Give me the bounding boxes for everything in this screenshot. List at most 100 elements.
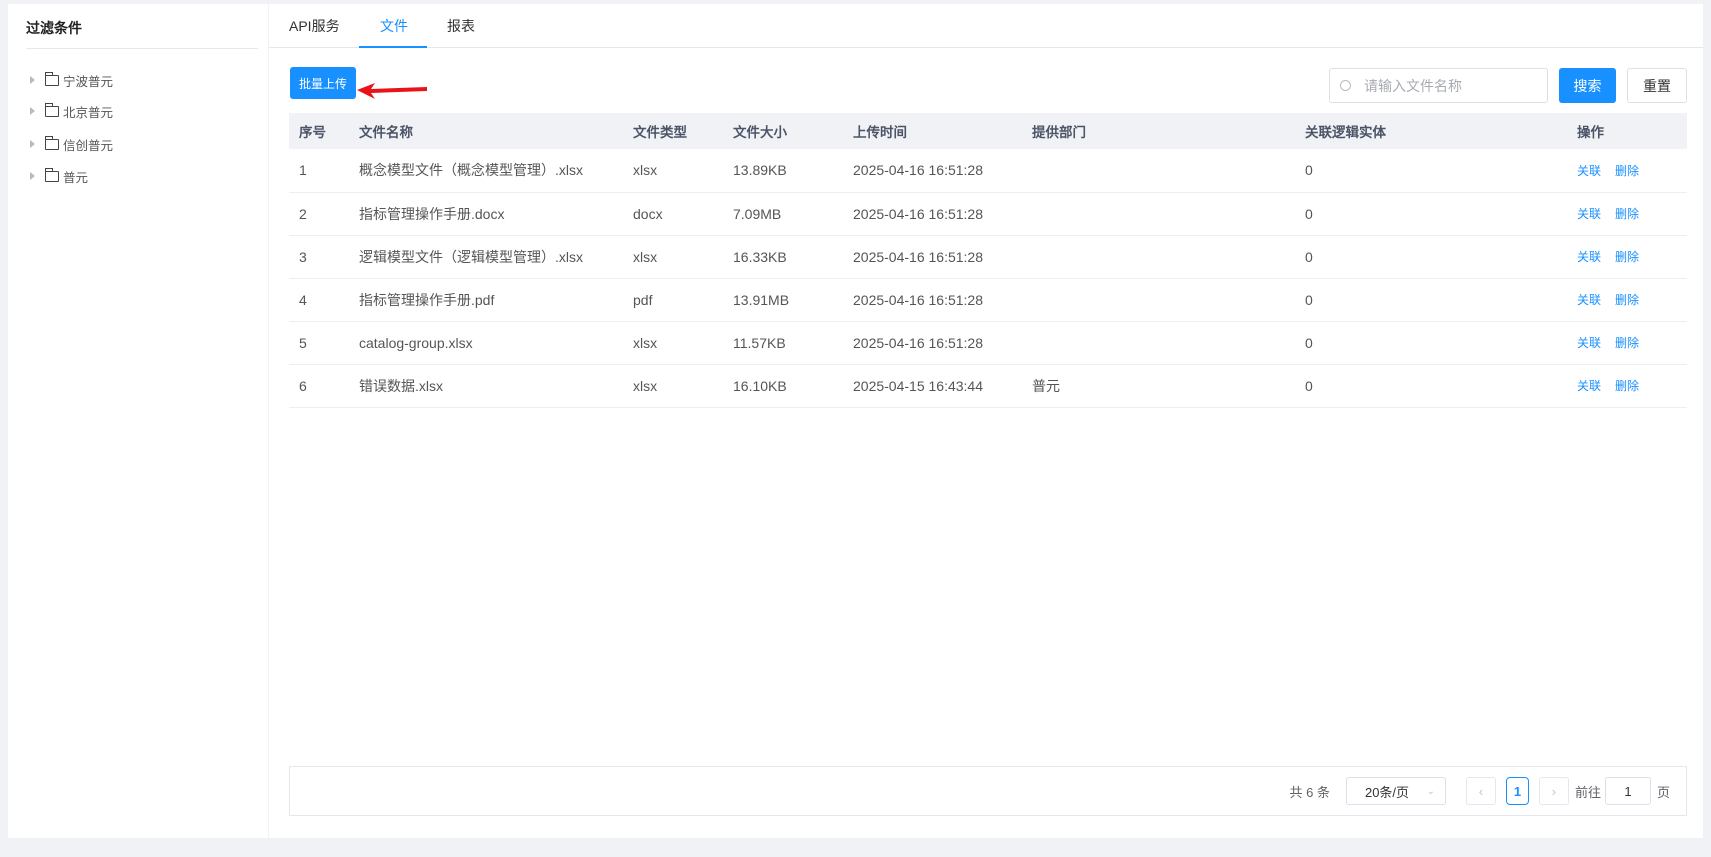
actions-cell: 关联 删除 [1567,149,1687,193]
delete-button[interactable]: 删除 [1615,293,1639,307]
table-cell: 1 [289,149,349,193]
table-cell: 概念模型文件（概念模型管理）.xlsx [349,149,623,193]
delete-button[interactable]: 删除 [1615,379,1639,393]
delete-button[interactable]: 删除 [1615,336,1639,350]
table-cell [1022,192,1295,236]
page-suffix: 页 [1656,784,1670,800]
tab-api-service[interactable]: API服务 [289,16,340,36]
table-cell: 0 [1295,149,1567,193]
tree-node-label: 信创普元 [63,138,114,153]
table-cell: 2 [289,192,349,236]
delete-button[interactable]: 删除 [1615,207,1639,221]
tree-node[interactable]: 北京普元 [30,101,113,121]
column-header: 文件名称 [349,113,623,149]
chevron-right-icon: › [1551,783,1557,799]
table-cell: 5 [289,321,349,365]
table-cell: 2025-04-16 16:51:28 [843,278,1022,322]
folder-icon [44,167,59,182]
table-cell: 3 [289,235,349,279]
page-size-value: 20条/页 [1364,784,1410,800]
table-cell: xlsx [623,321,723,365]
link-button[interactable]: 关联 [1577,250,1601,264]
divider [26,48,258,49]
table-row: 4 指标管理操作手册.pdf pdf 13.91MB 2025-04-16 16:51:… [289,278,1687,322]
link-button[interactable]: 关联 [1577,293,1601,307]
table-cell: xlsx [623,364,723,408]
actions-cell: 关联 删除 [1567,278,1687,322]
table-cell: 11.57KB [723,321,843,365]
table-cell: 2025-04-16 16:51:28 [843,321,1022,365]
link-button[interactable]: 关联 [1577,336,1601,350]
folder-icon [44,102,59,117]
table-cell: pdf [623,278,723,322]
table-cell: 16.33KB [723,235,843,279]
tree-node-label: 北京普元 [63,105,114,120]
next-page-button[interactable]: › [1538,777,1569,805]
filter-panel: 过滤条件 宁波普元 北京普元 信创普元 普元 [8,4,268,838]
batch-upload-button[interactable]: 批量上传 [290,67,356,99]
table-cell [1022,321,1295,365]
link-button[interactable]: 关联 [1577,379,1601,393]
table-cell: 16.10KB [723,364,843,408]
table-cell: docx [623,192,723,236]
delete-button[interactable]: 删除 [1615,164,1639,178]
link-button[interactable]: 关联 [1577,164,1601,178]
table-cell: 13.89KB [723,149,843,193]
table-cell [1022,235,1295,279]
tab-files[interactable]: 文件 [380,16,408,36]
table-cell: 7.09MB [723,192,843,236]
tree-node[interactable]: 宁波普元 [30,70,113,90]
table-cell: 2025-04-16 16:51:28 [843,149,1022,193]
table-cell: 2025-04-16 16:51:28 [843,192,1022,236]
table-row: 5 catalog-group.xlsx xlsx 11.57KB 2025-04-16… [289,321,1687,365]
tree-node[interactable]: 普元 [30,166,88,186]
tree-node-label: 普元 [63,170,89,185]
actions-cell: 关联 删除 [1567,321,1687,365]
file-name-search-input[interactable] [1364,77,1534,94]
table-cell: 指标管理操作手册.pdf [349,278,623,322]
tree-node[interactable]: 信创普元 [30,134,113,154]
active-tab-indicator [359,46,427,48]
delete-button[interactable]: 删除 [1615,250,1639,264]
table-row: 6 错误数据.xlsx xlsx 16.10KB 2025-04-15 16:43:44… [289,364,1687,408]
table-cell: 13.91MB [723,278,843,322]
total-count: 共 6 条 [1289,784,1330,800]
table-row: 1 概念模型文件（概念模型管理）.xlsx xlsx 13.89KB 2025-04-1… [289,149,1687,193]
folder-icon [44,135,59,150]
page-size-select[interactable]: 20条/页 ⌄ [1345,777,1446,805]
table-cell: 逻辑模型文件（逻辑模型管理）.xlsx [349,235,623,279]
page-number-current[interactable]: 1 [1505,777,1529,805]
column-header: 文件大小 [723,113,843,149]
table-cell: 4 [289,278,349,322]
table-row: 3 逻辑模型文件（逻辑模型管理）.xlsx xlsx 16.33KB 2025-04-1… [289,235,1687,279]
table-cell: catalog-group.xlsx [349,321,623,365]
expand-caret-icon[interactable] [30,107,35,115]
table-cell: 2025-04-16 16:51:28 [843,235,1022,279]
goto-page-input[interactable] [1604,777,1651,805]
table-cell [1022,149,1295,193]
expand-caret-icon[interactable] [30,76,35,84]
column-header: 操作 [1567,113,1687,149]
pagination: 共 6 条 20条/页 ⌄ ‹ 1 › 前往 页 [289,766,1687,816]
tab-reports[interactable]: 报表 [447,16,475,36]
column-header: 文件类型 [623,113,723,149]
prev-page-button[interactable]: ‹ [1465,777,1496,805]
reset-button[interactable]: 重置 [1627,68,1687,103]
table-cell: 普元 [1022,364,1295,408]
chevron-left-icon: ‹ [1478,783,1484,799]
table-cell: 2025-04-15 16:43:44 [843,364,1022,408]
expand-caret-icon[interactable] [30,172,35,180]
expand-caret-icon[interactable] [30,140,35,148]
search-button[interactable]: 搜索 [1559,68,1616,103]
table-cell: 错误数据.xlsx [349,364,623,408]
column-header: 上传时间 [843,113,1022,149]
link-button[interactable]: 关联 [1577,207,1601,221]
table-cell: 0 [1295,192,1567,236]
actions-cell: 关联 删除 [1567,235,1687,279]
column-header: 提供部门 [1022,113,1295,149]
search-input-wrapper[interactable] [1329,68,1548,103]
table-cell: 指标管理操作手册.docx [349,192,623,236]
actions-cell: 关联 删除 [1567,192,1687,236]
goto-label: 前往 [1574,784,1601,800]
table-cell [1022,278,1295,322]
